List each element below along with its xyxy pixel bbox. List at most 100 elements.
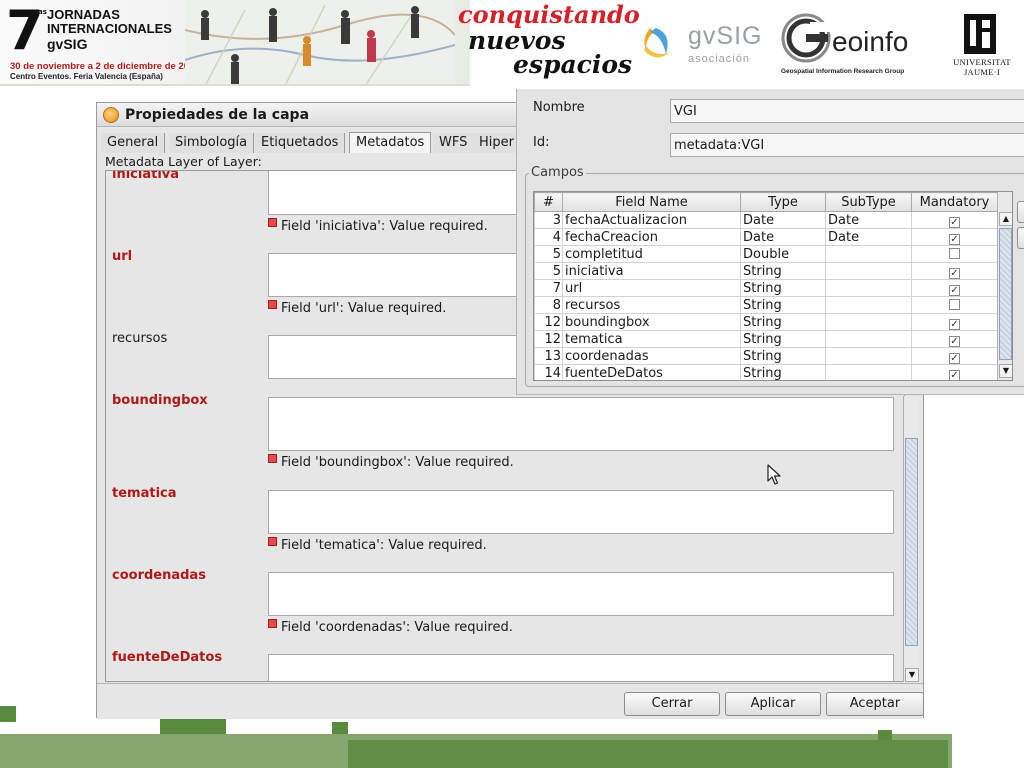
cell-number[interactable]: 5 <box>534 245 563 263</box>
field-input-fuentededatos[interactable] <box>268 654 894 681</box>
table-scrollbar-thumb[interactable] <box>999 228 1012 360</box>
table-row[interactable]: 5 iniciativa String ✓ <box>534 262 998 280</box>
cell-mandatory[interactable]: ✓ <box>911 330 998 348</box>
table-row[interactable]: 12 tematica String ✓ <box>534 330 998 348</box>
column-header-mandatory[interactable]: Mandatory <box>911 192 998 212</box>
side-action-button[interactable] <box>1017 201 1024 223</box>
cell-type[interactable]: String <box>740 313 826 331</box>
cell-number[interactable]: 8 <box>534 296 563 314</box>
tab-simbologia[interactable]: Simbología <box>169 133 255 153</box>
cell-number[interactable]: 4 <box>534 228 563 246</box>
tab-wfs[interactable]: WFS <box>433 133 475 153</box>
table-row[interactable]: 14 fuenteDeDatos String ✓ <box>534 364 998 380</box>
cell-mandatory[interactable]: ✓ <box>911 211 998 229</box>
cell-type[interactable]: Double <box>740 245 826 263</box>
cell-type[interactable]: Date <box>740 211 826 229</box>
cell-field-name[interactable]: fuenteDeDatos <box>562 364 741 380</box>
column-header-type[interactable]: Type <box>740 192 826 212</box>
cell-mandatory[interactable]: ✓ <box>911 279 998 297</box>
checked-checkbox-icon[interactable]: ✓ <box>949 318 960 330</box>
cell-type[interactable]: String <box>740 330 826 348</box>
table-row[interactable]: 3 fechaActualizacion Date Date ✓ <box>534 211 998 229</box>
table-scrollbar[interactable]: ▲ ▼ <box>997 192 1012 380</box>
cell-field-name[interactable]: completitud <box>562 245 741 263</box>
field-input-boundingbox[interactable] <box>268 397 894 451</box>
unchecked-checkbox-icon[interactable] <box>949 247 960 259</box>
cell-number[interactable]: 3 <box>534 211 563 229</box>
cell-number[interactable]: 12 <box>534 313 563 331</box>
cell-type[interactable]: String <box>740 262 826 280</box>
table-row[interactable]: 4 fechaCreacion Date Date ✓ <box>534 228 998 246</box>
cell-type[interactable]: String <box>740 364 826 380</box>
cell-subtype[interactable] <box>825 330 912 348</box>
cell-mandatory[interactable] <box>911 296 998 314</box>
accept-button[interactable]: Aceptar <box>826 692 924 716</box>
checked-checkbox-icon[interactable]: ✓ <box>949 352 960 364</box>
column-header-number[interactable]: # <box>534 192 563 212</box>
form-scrollbar-thumb[interactable] <box>905 438 918 646</box>
checked-checkbox-icon[interactable]: ✓ <box>949 267 960 279</box>
cell-type[interactable]: String <box>740 347 826 365</box>
apply-button[interactable]: Aplicar <box>725 692 821 716</box>
cell-field-name[interactable]: coordenadas <box>562 347 741 365</box>
cell-number[interactable]: 13 <box>534 347 563 365</box>
table-row[interactable]: 7 url String ✓ <box>534 279 998 297</box>
id-field[interactable]: metadata:VGI <box>670 133 1024 157</box>
table-row[interactable]: 12 boundingbox String ✓ <box>534 313 998 331</box>
cell-mandatory[interactable] <box>911 245 998 263</box>
tab-general[interactable]: General <box>101 133 166 153</box>
cell-type[interactable]: Date <box>740 228 826 246</box>
table-row[interactable]: 13 coordenadas String ✓ <box>534 347 998 365</box>
cell-number[interactable]: 5 <box>534 262 563 280</box>
cell-field-name[interactable]: fechaCreacion <box>562 228 741 246</box>
cell-number[interactable]: 14 <box>534 364 563 380</box>
cell-mandatory[interactable]: ✓ <box>911 313 998 331</box>
side-action-button[interactable] <box>1017 227 1024 249</box>
cell-field-name[interactable]: recursos <box>562 296 741 314</box>
cell-type[interactable]: String <box>740 296 826 314</box>
tab-etiquetados[interactable]: Etiquetados <box>255 133 346 153</box>
table-row[interactable]: 8 recursos String <box>534 296 998 314</box>
cell-field-name[interactable]: tematica <box>562 330 741 348</box>
form-scrollbar[interactable]: ▼ <box>903 396 919 682</box>
column-header-field-name[interactable]: Field Name <box>562 192 741 212</box>
close-button[interactable]: Cerrar <box>624 692 720 716</box>
table-row[interactable]: 5 completitud Double <box>534 245 998 263</box>
cell-subtype[interactable] <box>825 262 912 280</box>
cell-mandatory[interactable]: ✓ <box>911 228 998 246</box>
scroll-down-arrow-icon[interactable]: ▼ <box>999 364 1012 378</box>
cell-subtype[interactable] <box>825 313 912 331</box>
cell-mandatory[interactable]: ✓ <box>911 364 998 380</box>
cell-type[interactable]: String <box>740 279 826 297</box>
checked-checkbox-icon[interactable]: ✓ <box>949 216 960 228</box>
cell-subtype[interactable]: Date <box>825 228 912 246</box>
cell-subtype[interactable]: Date <box>825 211 912 229</box>
cell-subtype[interactable] <box>825 296 912 314</box>
cell-mandatory[interactable]: ✓ <box>911 262 998 280</box>
cell-subtype[interactable] <box>825 245 912 263</box>
unchecked-checkbox-icon[interactable] <box>949 298 960 310</box>
cell-field-name[interactable]: iniciativa <box>562 262 741 280</box>
field-input-coordenadas[interactable] <box>268 572 894 616</box>
field-input-tematica[interactable] <box>268 490 894 534</box>
tab-metadatos[interactable]: Metadatos <box>349 132 432 153</box>
checked-checkbox-icon[interactable]: ✓ <box>949 335 960 347</box>
nombre-field[interactable]: VGI <box>670 99 1024 123</box>
scroll-up-arrow-icon[interactable]: ▲ <box>999 212 1012 226</box>
uji-logo-line1: UNIVERSITAT <box>953 57 1011 67</box>
cell-subtype[interactable] <box>825 347 912 365</box>
cell-number[interactable]: 12 <box>534 330 563 348</box>
tab-hiperenlace[interactable]: Hiper <box>473 133 521 153</box>
cell-mandatory[interactable]: ✓ <box>911 347 998 365</box>
cell-field-name[interactable]: url <box>562 279 741 297</box>
checked-checkbox-icon[interactable]: ✓ <box>949 284 960 296</box>
cell-number[interactable]: 7 <box>534 279 563 297</box>
scroll-down-arrow-icon[interactable]: ▼ <box>905 668 919 682</box>
cell-field-name[interactable]: fechaActualizacion <box>562 211 741 229</box>
cell-subtype[interactable] <box>825 279 912 297</box>
checked-checkbox-icon[interactable]: ✓ <box>949 233 960 245</box>
checked-checkbox-icon[interactable]: ✓ <box>949 369 960 380</box>
cell-field-name[interactable]: boundingbox <box>562 313 741 331</box>
cell-subtype[interactable] <box>825 364 912 380</box>
column-header-subtype[interactable]: SubType <box>825 192 912 212</box>
